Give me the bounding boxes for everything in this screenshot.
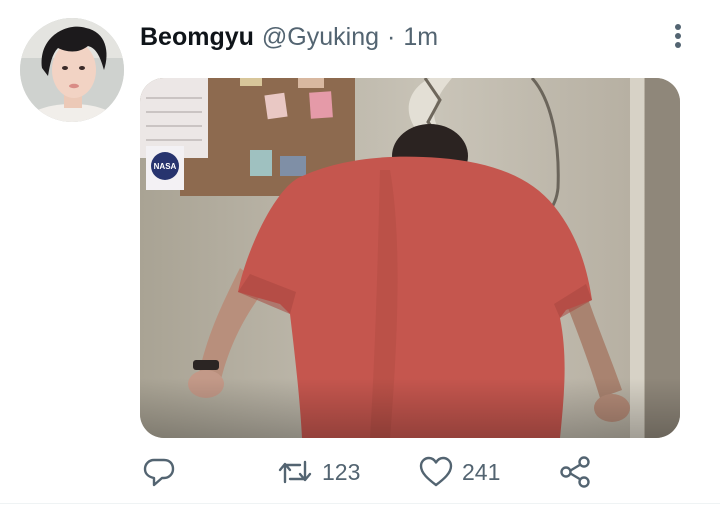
tweet-timestamp[interactable]: 1m	[403, 23, 438, 52]
retweet-icon	[278, 460, 312, 484]
nasa-sticker-text: NASA	[154, 162, 177, 171]
more-vertical-icon	[675, 24, 681, 48]
avatar-photo	[20, 18, 124, 122]
more-options-button[interactable]	[668, 22, 688, 50]
retweet-button[interactable]: 123	[276, 450, 360, 494]
heart-icon	[419, 456, 453, 487]
like-count: 241	[462, 458, 501, 485]
author-handle[interactable]: @Gyuking	[262, 23, 379, 52]
separator-dot: ·	[387, 22, 396, 51]
photo-illustration: NASA	[140, 78, 680, 438]
like-button[interactable]: 241	[418, 450, 500, 494]
tweet-action-bar: 123 241	[140, 450, 680, 494]
reply-button[interactable]	[142, 450, 176, 494]
author-avatar[interactable]	[20, 18, 124, 122]
share-icon	[560, 456, 590, 488]
tweet-media-photo[interactable]: NASA	[140, 78, 680, 438]
share-button[interactable]	[558, 450, 592, 494]
tweet-header: Beomgyu @Gyuking · 1m	[140, 20, 438, 54]
author-name[interactable]: Beomgyu	[140, 23, 254, 52]
retweet-count: 123	[322, 458, 361, 485]
tweet-divider	[0, 503, 720, 504]
reply-icon	[143, 458, 175, 487]
